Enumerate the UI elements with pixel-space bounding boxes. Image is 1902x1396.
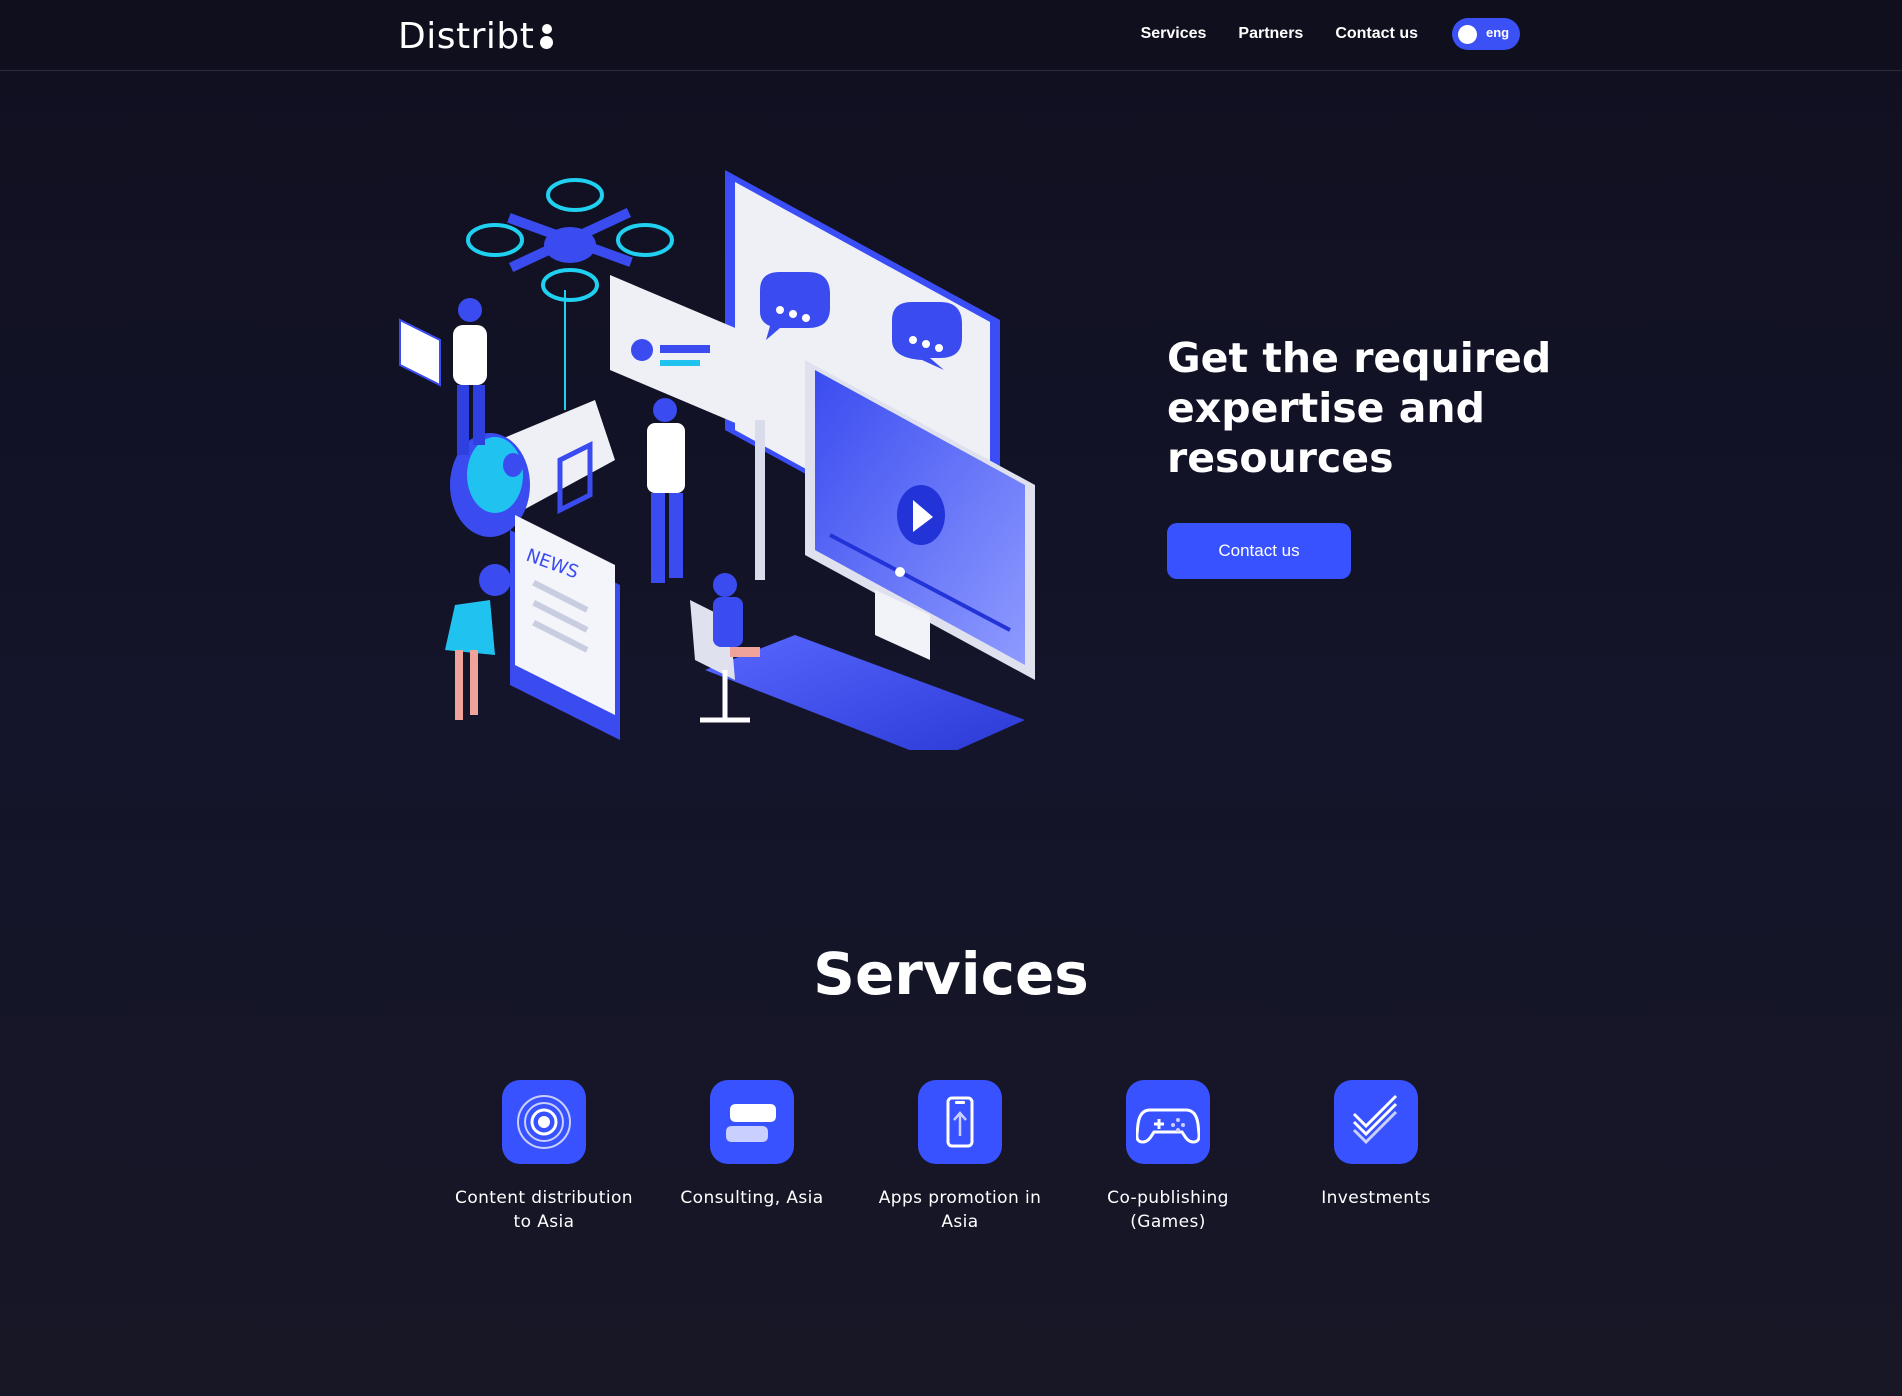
nav-services-link[interactable]: Services bbox=[1141, 25, 1207, 43]
hero-illustration: NEWS bbox=[399, 170, 1035, 750]
language-label: eng bbox=[1486, 25, 1510, 40]
nav-contact-link[interactable]: Contact us bbox=[1335, 25, 1418, 43]
contact-us-button[interactable]: Contact us bbox=[1167, 523, 1351, 579]
person-board bbox=[610, 275, 740, 583]
chat-bubbles-icon bbox=[710, 1080, 794, 1164]
hero-title: Get the required expertise and resources bbox=[1167, 334, 1552, 482]
hero-text: Get the required expertise and resources… bbox=[1167, 333, 1587, 579]
service-label: Investments bbox=[1321, 1188, 1431, 1208]
main-nav: Services Partners Contact us eng bbox=[1141, 18, 1520, 50]
person-laptop bbox=[399, 298, 487, 455]
gamepad-icon bbox=[1126, 1080, 1210, 1164]
target-icon bbox=[502, 1080, 586, 1164]
person-chair bbox=[690, 573, 760, 723]
toggle-knob bbox=[1458, 25, 1477, 44]
service-label: Content distribution to Asia bbox=[455, 1188, 633, 1232]
service-consulting[interactable]: Consulting, Asia bbox=[652, 1080, 852, 1210]
service-label: Co-publishing (Games) bbox=[1107, 1188, 1229, 1232]
logo-text: Distribt bbox=[398, 15, 535, 57]
logo[interactable]: Distribt bbox=[398, 14, 554, 58]
service-co-publishing[interactable]: Co-publishing (Games) bbox=[1068, 1080, 1268, 1234]
service-label: Apps promotion in Asia bbox=[878, 1188, 1042, 1232]
service-content-distribution[interactable]: Content distribution to Asia bbox=[444, 1080, 644, 1234]
logo-dots-icon bbox=[538, 18, 554, 54]
play-button-icon bbox=[897, 485, 945, 545]
services-title: Services bbox=[813, 940, 1089, 1008]
service-investments[interactable]: Investments bbox=[1276, 1080, 1476, 1210]
page: Distribt Services Partners Contact us en… bbox=[0, 0, 1902, 1396]
language-toggle[interactable]: eng bbox=[1452, 18, 1520, 50]
nav-partners-link[interactable]: Partners bbox=[1238, 25, 1303, 43]
service-apps-promotion[interactable]: Apps promotion in Asia bbox=[860, 1080, 1060, 1234]
site-header: Distribt Services Partners Contact us en… bbox=[0, 0, 1902, 71]
phone-upload-icon bbox=[918, 1080, 1002, 1164]
service-label: Consulting, Asia bbox=[680, 1188, 824, 1208]
news-panel: NEWS bbox=[510, 515, 620, 740]
growth-chart-icon bbox=[1334, 1080, 1418, 1164]
services-list: Content distribution to Asia Consulting,… bbox=[0, 1080, 1902, 1260]
person-woman bbox=[445, 564, 511, 720]
